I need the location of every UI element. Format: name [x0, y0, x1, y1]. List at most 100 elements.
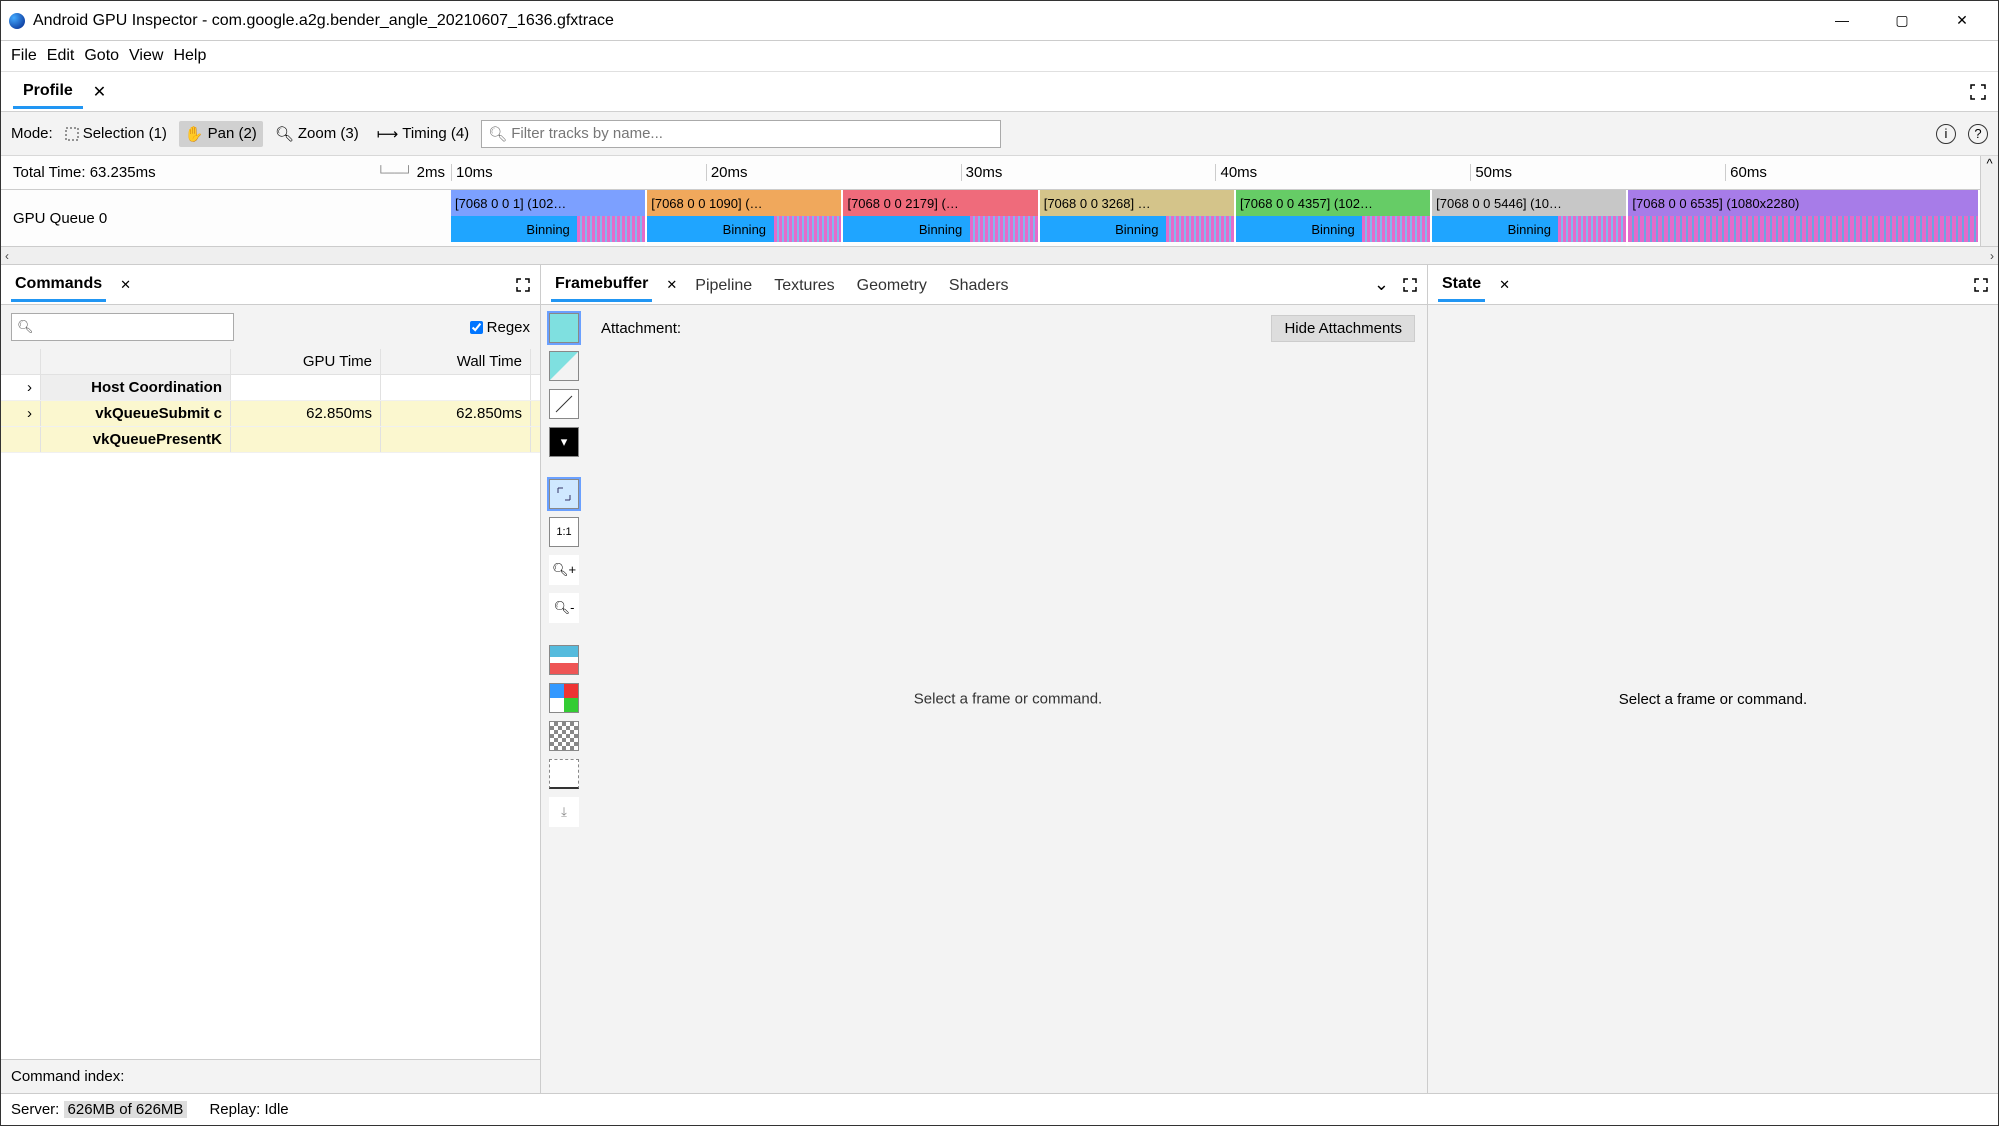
- col-wall-time: Wall Time: [381, 349, 531, 374]
- total-time-label: Total Time:: [13, 164, 86, 181]
- info-icon[interactable]: i: [1936, 124, 1956, 144]
- statusbar: Server: 626MB of 626MB Replay: Idle: [1, 1093, 1998, 1125]
- command-index-label: Command index:: [1, 1059, 540, 1093]
- search-icon: 🔍︎: [488, 125, 507, 143]
- timeline: Total Time: 63.235ms └──┘ 2ms 10ms20ms30…: [1, 156, 1998, 265]
- state-empty-msg: Select a frame or command.: [1619, 691, 1807, 708]
- fb-zoom-out-icon[interactable]: 🔍︎-: [549, 593, 579, 623]
- gpu-bar[interactable]: [7068 0 0 2179] (…Binning: [843, 190, 1039, 246]
- menubar: File Edit Goto View Help: [1, 41, 1998, 72]
- command-row[interactable]: vkQueuePresentK: [1, 427, 540, 453]
- mode-selection[interactable]: Selection (1): [59, 121, 173, 146]
- gpu-bar[interactable]: [7068 0 0 4357] (102…Binning: [1236, 190, 1432, 246]
- status-replay-value: Idle: [264, 1101, 288, 1118]
- tab-pipeline[interactable]: Pipeline: [691, 269, 756, 301]
- framebuffer-maximize-icon[interactable]: [1403, 278, 1417, 292]
- menu-help[interactable]: Help: [173, 47, 206, 65]
- profile-toolbar: Mode: Selection (1) ✋ Pan (2) 🔍︎ Zoom (3…: [1, 112, 1998, 156]
- gpu-bar[interactable]: [7068 0 0 3268] …Binning: [1040, 190, 1236, 246]
- framebuffer-icon-toolbar: ▾ 1:1 🔍︎+ 🔍︎- ⤓: [541, 305, 589, 1093]
- mode-pan[interactable]: ✋ Pan (2): [179, 121, 263, 147]
- filter-tracks-input[interactable]: 🔍︎ Filter tracks by name...: [481, 120, 1001, 148]
- regex-checkbox[interactable]: Regex: [470, 319, 530, 336]
- fb-actual-size-icon[interactable]: 1:1: [549, 517, 579, 547]
- timing-icon: ⟼: [377, 125, 399, 143]
- window-title: Android GPU Inspector - com.google.a2g.b…: [33, 12, 1826, 30]
- menu-file[interactable]: File: [11, 47, 37, 65]
- gpu-bar[interactable]: [7068 0 0 6535] (1080x2280): [1628, 190, 1980, 246]
- scale-hint: 2ms: [417, 164, 451, 181]
- fb-depth-icon[interactable]: ▾: [549, 427, 579, 457]
- main-tab-row: Profile ✕: [1, 72, 1998, 112]
- tab-profile-close[interactable]: ✕: [93, 82, 106, 102]
- commands-search-input[interactable]: [11, 313, 234, 341]
- tab-textures[interactable]: Textures: [770, 269, 838, 301]
- fb-color-icon[interactable]: [549, 313, 579, 343]
- mode-zoom[interactable]: 🔍︎ Zoom (3): [269, 121, 365, 147]
- tab-framebuffer[interactable]: Framebuffer: [551, 267, 652, 302]
- gpu-bar[interactable]: [7068 0 0 5446] (10…Binning: [1432, 190, 1628, 246]
- timeline-vscroll[interactable]: ^: [1980, 156, 1998, 246]
- fb-fit-icon[interactable]: [549, 479, 579, 509]
- framebuffer-pane: Framebuffer ✕ Pipeline Textures Geometry…: [541, 265, 1428, 1093]
- fb-histogram-icon[interactable]: [549, 645, 579, 675]
- timeline-hscroll[interactable]: ‹›: [1, 246, 1998, 264]
- fb-channels-icon[interactable]: [549, 683, 579, 713]
- tab-shaders[interactable]: Shaders: [945, 269, 1013, 301]
- state-pane: State ✕ Select a frame or command.: [1428, 265, 1998, 1093]
- window-maximize[interactable]: ▢: [1886, 12, 1918, 29]
- status-server-mem: 626MB of 626MB: [64, 1101, 188, 1118]
- window-close[interactable]: ✕: [1946, 12, 1978, 29]
- timeline-tick: 60ms: [1725, 164, 1980, 181]
- fb-checker-icon[interactable]: [549, 721, 579, 751]
- tab-state[interactable]: State: [1438, 267, 1485, 302]
- gpu-queue-label: GPU Queue 0: [1, 190, 451, 246]
- tab-framebuffer-close[interactable]: ✕: [666, 277, 677, 293]
- mode-timing[interactable]: ⟼ Timing (4): [371, 121, 475, 147]
- timeline-tick: 30ms: [961, 164, 1216, 181]
- commands-maximize-icon[interactable]: [516, 278, 530, 292]
- command-row[interactable]: ›Host Coordination: [1, 375, 540, 401]
- chevron-down-icon[interactable]: ⌄: [1374, 274, 1389, 295]
- col-gpu-time: GPU Time: [231, 349, 381, 374]
- total-time-value: 63.235ms: [90, 164, 156, 181]
- timeline-tick: 50ms: [1470, 164, 1725, 181]
- command-row[interactable]: ›vkQueueSubmit c62.850ms62.850ms: [1, 401, 540, 427]
- menu-goto[interactable]: Goto: [84, 47, 119, 65]
- tab-commands[interactable]: Commands: [11, 267, 106, 302]
- hand-icon: ✋: [185, 125, 204, 143]
- fb-wireframe-icon[interactable]: [549, 351, 579, 381]
- framebuffer-empty-msg: Select a frame or command.: [914, 691, 1102, 708]
- status-replay-label: Replay:: [209, 1101, 260, 1118]
- fb-flip-icon[interactable]: [549, 759, 579, 789]
- commands-table: GPU Time Wall Time ›Host Coordination›vk…: [1, 349, 540, 453]
- titlebar: Android GPU Inspector - com.google.a2g.b…: [1, 1, 1998, 41]
- help-icon[interactable]: ?: [1968, 124, 1988, 144]
- status-server-label: Server:: [11, 1101, 59, 1118]
- maximize-icon[interactable]: [1970, 84, 1986, 100]
- mode-label: Mode:: [11, 125, 53, 142]
- fb-overdraw-icon[interactable]: [549, 389, 579, 419]
- fb-save-icon[interactable]: ⤓: [549, 797, 579, 827]
- gpu-queue-bars[interactable]: [7068 0 0 1] (102…Binning[7068 0 0 1090]…: [451, 190, 1980, 246]
- timeline-tick: 10ms: [451, 164, 706, 181]
- timeline-tick: 40ms: [1215, 164, 1470, 181]
- tab-geometry[interactable]: Geometry: [853, 269, 931, 301]
- menu-view[interactable]: View: [129, 47, 163, 65]
- state-maximize-icon[interactable]: [1974, 278, 1988, 292]
- window-minimize[interactable]: —: [1826, 12, 1858, 29]
- tab-commands-close[interactable]: ✕: [120, 277, 131, 293]
- gpu-bar[interactable]: [7068 0 0 1] (102…Binning: [451, 190, 647, 246]
- app-icon: [9, 13, 25, 29]
- tab-profile[interactable]: Profile: [13, 74, 83, 109]
- attachment-label: Attachment:: [601, 320, 681, 337]
- tab-state-close[interactable]: ✕: [1499, 277, 1510, 293]
- hide-attachments-button[interactable]: Hide Attachments: [1271, 315, 1415, 342]
- gpu-bar[interactable]: [7068 0 0 1090] (…Binning: [647, 190, 843, 246]
- file-name: com.google.a2g.bender_angle_20210607_163…: [212, 12, 614, 29]
- menu-edit[interactable]: Edit: [47, 47, 75, 65]
- fb-zoom-in-icon[interactable]: 🔍︎+: [549, 555, 579, 585]
- magnifier-icon: 🔍︎: [275, 125, 294, 143]
- app-name: Android GPU Inspector: [33, 12, 198, 29]
- timeline-tick: 20ms: [706, 164, 961, 181]
